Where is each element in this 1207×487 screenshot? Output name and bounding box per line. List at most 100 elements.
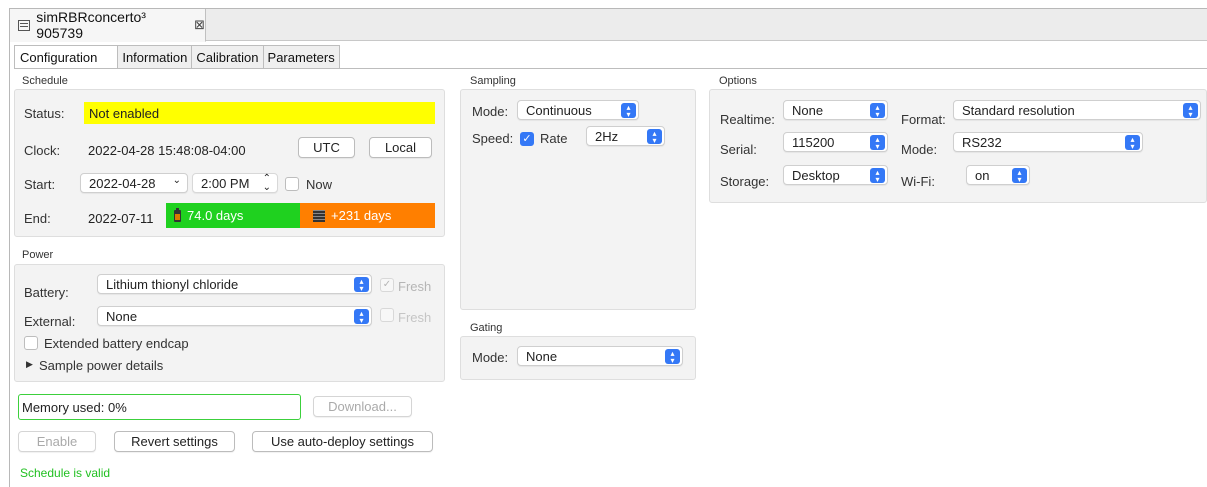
battery-select[interactable]: Lithium thionyl chloride ▴ ▾ [97,274,372,294]
select-arrows-icon: ▴ ▾ [354,309,369,325]
now-checkbox[interactable] [285,177,299,191]
format-select[interactable]: Standard resolution ▴ ▾ [953,100,1201,120]
battery-fresh-label: Fresh [398,279,432,294]
storage-label: Storage: [720,174,770,189]
select-arrows-icon: ▴ ▾ [870,135,885,151]
format-label: Format: [901,112,946,127]
start-label: Start: [24,177,56,192]
select-arrows-icon: ▴ ▾ [1012,168,1027,184]
sample-power-details-label[interactable]: Sample power details [39,358,163,373]
gating-mode-value: None [526,348,558,364]
stepper-arrows-icon: ⌃ ⌄ [262,173,271,193]
extended-endcap-label: Extended battery endcap [44,336,189,351]
gating-mode-label: Mode: [472,350,509,365]
enable-button[interactable]: Enable [18,431,96,452]
serial-label: Serial: [720,142,757,157]
gating-mode-select[interactable]: None ▴ ▾ [517,346,683,366]
status-field: Not enabled [84,102,435,124]
disclosure-triangle-icon[interactable]: ▶ [26,359,33,370]
sampling-panel [460,89,696,310]
schedule-group-label: Schedule [22,75,68,87]
battery-fresh-checkbox[interactable]: ✓ [380,278,394,292]
storage-select[interactable]: Desktop ▴ ▾ [783,165,888,185]
options-group-label: Options [719,75,757,87]
memory-used-text: Memory used: 0% [22,399,127,415]
battery-select-value: Lithium thionyl chloride [106,276,239,292]
status-value: Not enabled [89,105,160,121]
start-time-value: 2:00 PM [201,175,250,191]
clock-label: Clock: [24,143,61,158]
select-arrows-icon: ▴ ▾ [665,349,680,365]
sampling-mode-label: Mode: [472,104,509,119]
serial-mode-value: RS232 [962,134,1002,150]
select-arrows-icon: ▴ ▾ [870,103,885,119]
battery-label: Battery: [24,285,69,300]
wifi-select[interactable]: on ▴ ▾ [966,165,1030,185]
wifi-value: on [975,167,990,183]
serial-mode-select[interactable]: RS232 ▴ ▾ [953,132,1143,152]
start-date-value: 2022-04-28 [89,175,156,191]
external-fresh-label: Fresh [398,310,432,325]
external-label: External: [24,314,76,329]
realtime-select[interactable]: None ▴ ▾ [783,100,888,120]
memory-used-field: Memory used: 0% [18,394,301,420]
auto-deploy-button[interactable]: Use auto-deploy settings [252,431,433,452]
tab-information[interactable]: Information [117,45,193,69]
select-arrows-icon: ▴ ▾ [1183,103,1198,119]
rate-checkbox[interactable]: ✓ [520,132,534,146]
end-label: End: [24,211,51,226]
external-select-value: None [106,308,138,324]
clock-value: 2022-04-28 15:48:08-04:00 [88,143,246,158]
serial-value: 115200 [792,134,835,150]
close-icon[interactable]: ⊠ [194,17,205,33]
memory-duration-bar: +231 days [300,203,435,228]
storage-value: Desktop [792,167,840,183]
power-group-label: Power [22,249,54,261]
tab-parameters[interactable]: Parameters [262,45,340,69]
memory-chip-icon [313,209,325,222]
status-label: Status: [24,106,65,121]
sampling-group-label: Sampling [470,75,516,87]
select-arrows-icon: ▴ ▾ [870,168,885,184]
serial-select[interactable]: 115200 ▴ ▾ [783,132,888,152]
sampling-mode-select[interactable]: Continuous ▴ ▾ [517,100,639,120]
rate-label: Rate [540,131,568,146]
realtime-label: Realtime: [720,112,775,127]
start-date-picker[interactable]: 2022-04-28 ⌄ [80,173,188,193]
rate-select[interactable]: 2Hz ▴ ▾ [586,126,665,146]
wifi-label: Wi-Fi: [901,174,935,189]
memory-days: +231 days [331,208,392,223]
page-tabs: Configuration Information Calibration Pa… [14,45,340,69]
select-arrows-icon: ▴ ▾ [1125,135,1140,151]
sampling-mode-value: Continuous [526,102,592,118]
battery-icon [174,207,181,222]
chevron-down-icon: ⌄ [172,175,181,186]
gating-group-label: Gating [470,322,503,334]
end-date-value: 2022-07-11 [88,211,154,226]
revert-settings-button[interactable]: Revert settings [114,431,235,452]
start-time-stepper[interactable]: 2:00 PM ⌃ ⌄ [192,173,278,193]
battery-days: 74.0 days [187,208,244,223]
battery-duration-bar: 74.0 days [166,203,300,228]
tab-configuration[interactable]: Configuration [14,45,119,69]
schedule-valid-status: Schedule is valid [20,466,111,480]
select-arrows-icon: ▴ ▾ [354,277,369,293]
realtime-value: None [792,102,824,118]
rate-value: 2Hz [595,128,619,144]
external-select[interactable]: None ▴ ▾ [97,306,372,326]
serial-mode-label: Mode: [901,142,938,157]
document-icon [18,19,31,31]
editor-tab[interactable]: simRBRconcerto³ 905739 ⊠ [10,9,206,42]
local-button[interactable]: Local [369,137,432,158]
external-fresh-checkbox[interactable] [380,308,394,322]
download-button[interactable]: Download... [313,396,412,417]
utc-button[interactable]: UTC [298,137,355,158]
tab-divider [14,68,1207,69]
format-value: Standard resolution [962,102,1075,118]
editor-tab-title: simRBRconcerto³ 905739 [36,9,146,41]
speed-label: Speed: [472,131,514,146]
tab-calibration[interactable]: Calibration [191,45,264,69]
select-arrows-icon: ▴ ▾ [621,103,636,119]
extended-endcap-checkbox[interactable] [24,336,38,350]
select-arrows-icon: ▴ ▾ [647,129,662,145]
